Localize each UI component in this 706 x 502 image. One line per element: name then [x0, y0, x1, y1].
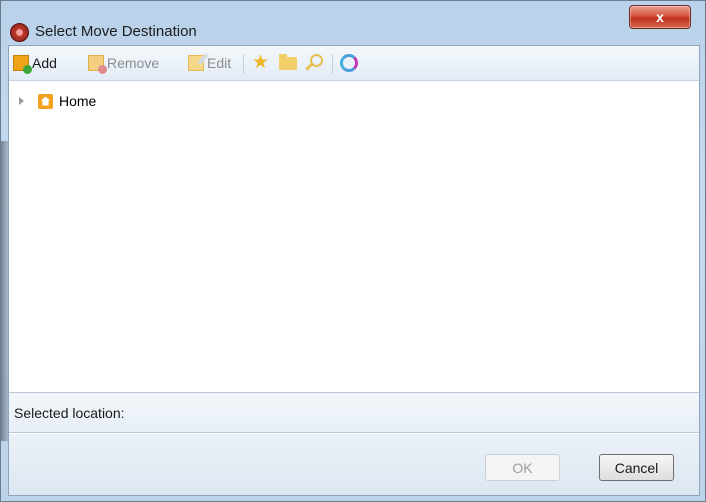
app-icon	[10, 23, 29, 42]
remove-button[interactable]: Remove	[88, 46, 159, 80]
location-tree[interactable]: Home	[9, 81, 699, 391]
title-bar[interactable]: Select Move Destination x	[1, 1, 705, 43]
edit-icon	[188, 55, 204, 71]
home-icon	[38, 93, 53, 109]
tree-item-home[interactable]: Home	[19, 91, 96, 111]
search-icon	[307, 54, 323, 72]
dialog-window: Select Move Destination x Add Remove Edi…	[0, 0, 706, 502]
folder-button[interactable]	[279, 46, 297, 80]
selected-location-bar: Selected location:	[9, 392, 699, 433]
add-label: Add	[32, 55, 57, 71]
refresh-icon	[340, 54, 358, 72]
ok-button[interactable]: OK	[485, 454, 560, 481]
remove-icon	[88, 55, 107, 74]
cancel-button[interactable]: Cancel	[599, 454, 674, 481]
window-title: Select Move Destination	[35, 23, 197, 40]
refresh-button[interactable]	[340, 46, 358, 80]
star-icon: ★	[252, 52, 270, 73]
folder-icon	[279, 53, 297, 70]
toolbar-separator	[332, 54, 333, 74]
dialog-content: Add Remove Edit ★ Home Selected location…	[8, 45, 700, 496]
expand-arrow-icon[interactable]	[19, 97, 24, 105]
dialog-footer: OK Cancel	[9, 434, 699, 495]
add-icon	[13, 55, 32, 74]
edit-button[interactable]: Edit	[188, 46, 231, 80]
add-button[interactable]: Add	[13, 46, 57, 80]
remove-label: Remove	[107, 55, 160, 71]
tree-item-label: Home	[59, 93, 97, 109]
toolbar-separator	[243, 54, 244, 74]
search-button[interactable]	[307, 46, 323, 80]
selected-location-label: Selected location:	[14, 404, 125, 421]
window-edge-shadow	[1, 141, 8, 441]
edit-label: Edit	[207, 55, 232, 71]
favorites-button[interactable]: ★	[252, 46, 269, 80]
close-button[interactable]: x	[629, 5, 691, 29]
toolbar: Add Remove Edit ★	[9, 46, 699, 81]
